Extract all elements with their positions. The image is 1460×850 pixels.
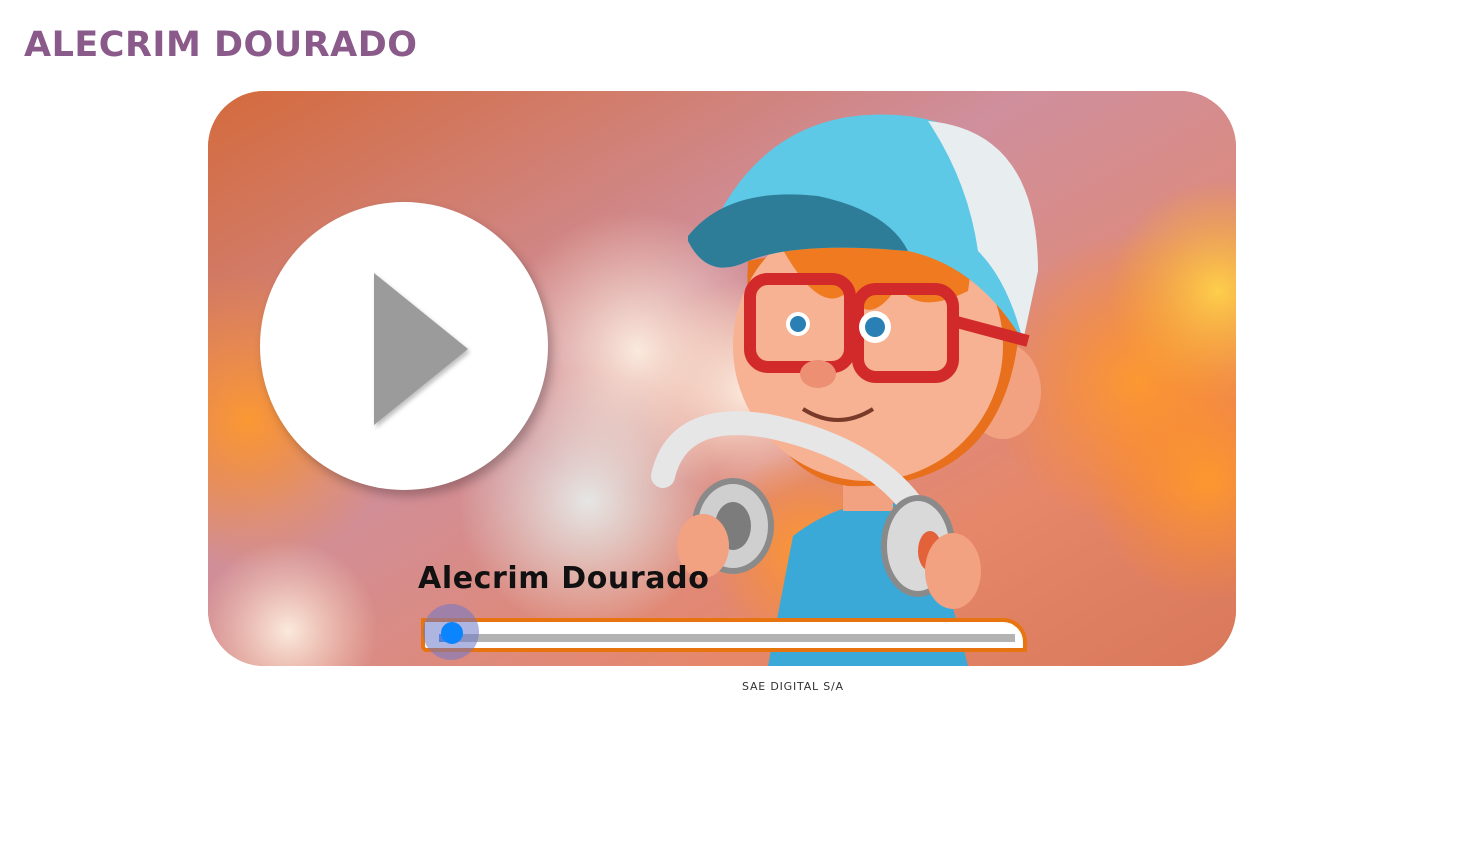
progress-handle-dot [441,622,463,644]
progress-bar[interactable] [421,618,1027,652]
media-title: Alecrim Dourado [418,561,710,596]
progress-track [439,634,1015,642]
play-icon [374,273,468,425]
footer-credit: SAE DIGITAL S/A [742,680,844,693]
play-button[interactable] [260,202,548,490]
page-title: ALECRIM DOURADO [24,25,418,65]
progress-handle[interactable] [423,604,479,660]
video-player: Alecrim Dourado [208,91,1236,666]
